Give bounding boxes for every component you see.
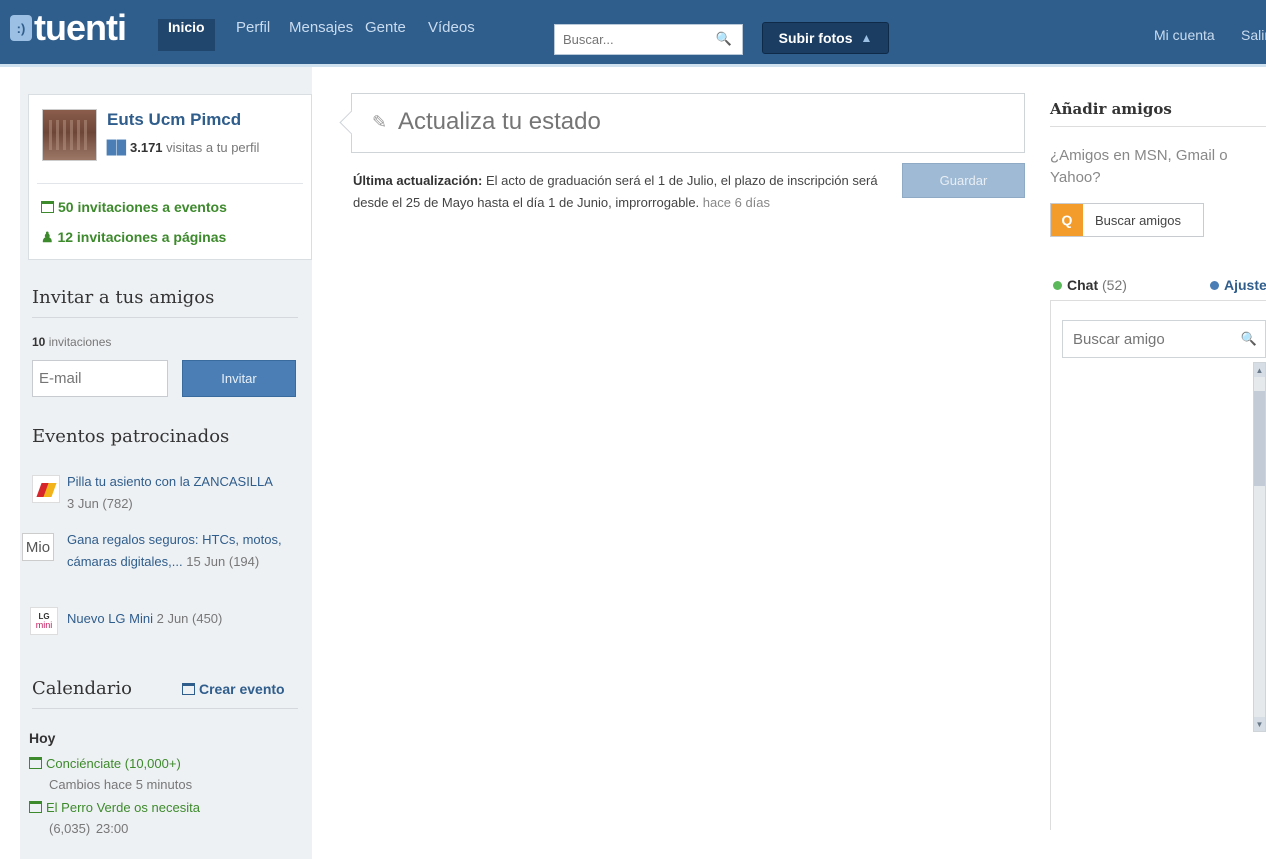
nav-gente[interactable]: Gente (355, 19, 416, 51)
divider (32, 708, 298, 709)
scroll-up-icon[interactable]: ▲ (1254, 363, 1265, 377)
nav-inicio[interactable]: Inicio (158, 19, 215, 51)
chat-header[interactable]: Chat (52) (1053, 277, 1127, 293)
invite-button[interactable]: Invitar (182, 360, 296, 397)
calendar-event-item[interactable]: Conciénciate (10,000+) Cambios hace 5 mi… (29, 753, 299, 795)
mio-logo-icon: Mio (22, 533, 54, 561)
event-invitations-label: 50 invitaciones a eventos (58, 199, 227, 215)
sponsored-events-title: Eventos patrocinados (32, 426, 230, 447)
divider (32, 317, 298, 318)
nav-videos[interactable]: Vídeos (418, 19, 485, 51)
online-status-icon (1053, 281, 1062, 290)
add-friends-title: Añadir amigos (1050, 100, 1172, 118)
profile-name[interactable]: Euts Ucm Pimcd (107, 110, 241, 130)
scroll-down-icon[interactable]: ▼ (1254, 717, 1265, 731)
search-icon[interactable]: 🔍 (1241, 331, 1257, 347)
status-update-box: ✎ (351, 93, 1025, 153)
calendar-event-title[interactable]: El Perro Verde os necesita (46, 800, 200, 815)
calendar-icon (41, 201, 54, 213)
sponsored-event-item[interactable]: Pilla tu asiento con la ZANCASILLA 3 Jun… (67, 471, 307, 515)
settings-icon (1210, 281, 1219, 290)
search-icon: Q (1051, 204, 1083, 236)
chat-scrollbar[interactable]: ▲ ▼ (1253, 362, 1266, 732)
chat-label: Chat (1067, 277, 1099, 293)
invite-title: Invitar a tus amigos (32, 287, 215, 308)
upload-arrow-icon: ▲ (860, 31, 873, 45)
calendar-icon (29, 801, 42, 813)
add-friends-question: ¿Amigos en MSN, Gmail o Yahoo? (1050, 147, 1228, 186)
invitations-count: 10 (32, 335, 46, 349)
profile-visits: ▉▉ 3.171 visitas a tu perfil (107, 140, 259, 156)
page-invitations-label: 12 invitaciones a páginas (57, 229, 227, 245)
upload-photos-button[interactable]: Subir fotos ▲ (762, 22, 889, 54)
iberia-logo-icon (32, 475, 60, 503)
last-update-time: hace 6 días (702, 195, 771, 210)
search-icon[interactable]: 🔍 (716, 31, 732, 47)
global-search-input[interactable] (555, 25, 705, 54)
calendar-icon (29, 757, 42, 769)
sponsored-event-item[interactable]: Gana regalos seguros: HTCs, motos, cámar… (67, 529, 307, 573)
people-icon: ♟ (41, 229, 58, 245)
calendar-icon (182, 683, 195, 695)
tuenti-logo[interactable]: :) tuenti (10, 7, 127, 48)
save-status-button[interactable]: Guardar (902, 163, 1025, 198)
visits-text: visitas a tu perfil (166, 140, 260, 155)
invite-email-input[interactable] (32, 360, 168, 397)
avatar[interactable] (42, 109, 97, 161)
calendar-event-count: (6,035) (49, 821, 91, 836)
sponsored-event-meta: 2 Jun (450) (156, 611, 223, 626)
profile-card: Euts Ucm Pimcd ▉▉ 3.171 visitas a tu perf… (28, 94, 312, 260)
left-sidebar: Euts Ucm Pimcd ▉▉ 3.171 visitas a tu perf… (20, 67, 312, 859)
create-event-label: Crear evento (199, 681, 285, 697)
chat-settings-link[interactable]: Ajustes (1210, 277, 1266, 293)
sponsored-event-title[interactable]: Nuevo LG Mini (67, 611, 153, 626)
sponsored-event-item[interactable]: Nuevo LG Mini 2 Jun (450) (67, 608, 307, 630)
logo-wordmark: tuenti (34, 7, 127, 48)
last-update-label: Última actualización: (353, 173, 483, 188)
calendar-title: Calendario (32, 678, 132, 699)
chat-search-input[interactable] (1063, 321, 1233, 357)
event-invitations-link[interactable]: 50 invitaciones a eventos (41, 199, 227, 215)
chat-search: 🔍 (1062, 320, 1266, 358)
chat-settings-label: Ajustes (1224, 277, 1266, 293)
status-input[interactable] (372, 108, 972, 136)
sponsored-event-meta: 15 Jun (194) (186, 554, 260, 569)
calendar-event-time: 23:00 (95, 821, 129, 836)
divider (37, 183, 303, 184)
lg-mini-text: mini (35, 620, 53, 630)
logout-link[interactable]: Salir (1241, 27, 1266, 43)
invitations-remaining: 10 invitaciones (32, 335, 111, 349)
smiley-icon: :) (10, 15, 32, 41)
nav-mensajes[interactable]: Mensajes (279, 19, 363, 51)
global-search: 🔍 (554, 24, 743, 55)
page-invitations-link[interactable]: ♟ 12 invitaciones a páginas (41, 229, 226, 246)
find-friends-button[interactable]: Q Buscar amigos (1050, 203, 1204, 237)
nav-perfil[interactable]: Perfil (226, 19, 280, 51)
chat-count: (52) (1102, 277, 1127, 293)
sponsored-event-meta: 3 Jun (782) (67, 496, 133, 511)
invitations-count-text: invitaciones (48, 335, 112, 349)
top-navigation-bar: :) tuenti Inicio Perfil Mensajes Gente V… (0, 0, 1266, 67)
find-friends-label: Buscar amigos (1095, 212, 1181, 228)
scroll-thumb[interactable] (1254, 391, 1265, 486)
chat-panel (1050, 300, 1266, 830)
today-label: Hoy (29, 730, 56, 746)
create-event-link[interactable]: Crear evento (182, 681, 285, 697)
calendar-event-title[interactable]: Conciénciate (10,000+) (46, 756, 181, 771)
calendar-event-item[interactable]: El Perro Verde os necesita (6,035) 23:00 (29, 797, 299, 839)
last-status-update: Última actualización: El acto de graduac… (353, 170, 893, 214)
calendar-event-meta: Cambios hace 5 minutos (49, 777, 193, 792)
lg-logo-icon: LG mini (30, 607, 58, 635)
bar-chart-icon: ▉▉ (107, 140, 127, 155)
divider (1050, 126, 1266, 127)
sponsored-event-title[interactable]: Pilla tu asiento con la ZANCASILLA (67, 474, 273, 489)
visits-count: 3.171 (130, 140, 163, 155)
upload-photos-label: Subir fotos (778, 30, 853, 46)
my-account-link[interactable]: Mi cuenta (1154, 27, 1215, 43)
